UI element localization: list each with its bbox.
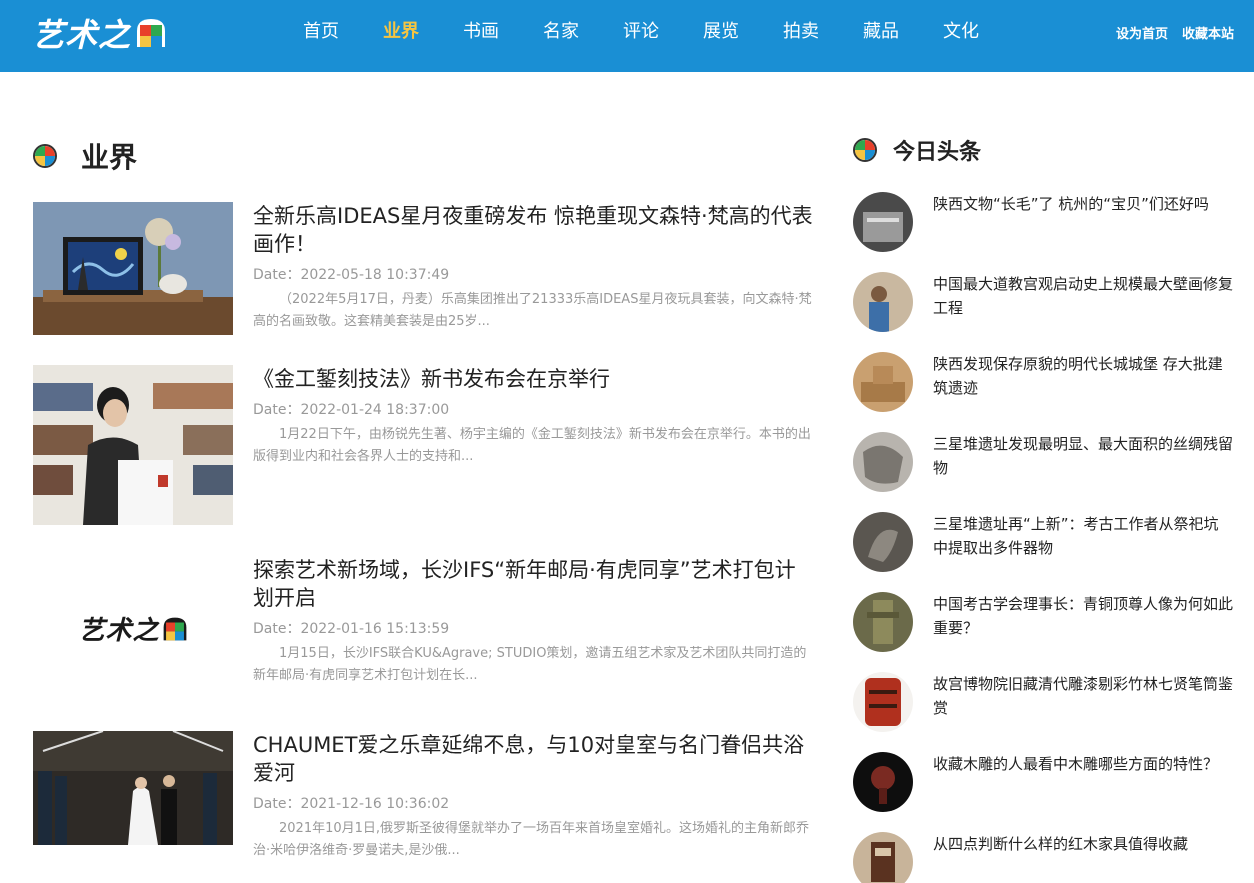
article-item: CHAUMET爱之乐章延绵不息，与10对皇室与名门眷侣共浴爱河 Date：202… xyxy=(33,731,813,858)
headline-thumbnail xyxy=(853,672,913,732)
sidebar-heading: 今日头条 xyxy=(853,134,981,166)
headline-text: 从四点判断什么样的红木家具值得收藏 xyxy=(933,835,1189,853)
article-summary: 1月22日下午，由杨锐先生著、杨宇主编的《金工錾刻技法》新书发布会在京举行。本书… xyxy=(253,427,811,464)
article-title[interactable]: 探索艺术新场域，长沙IFS“新年邮局·有虎同享”艺术打包计划开启 xyxy=(253,556,813,612)
section-title: 业界 xyxy=(81,141,138,174)
nav-item-calligraphy[interactable]: 书画 xyxy=(441,0,521,64)
headline-thumbnail xyxy=(853,192,913,252)
section-heading: 业界 xyxy=(33,136,137,176)
headline-text: 中国最大道教宫观启动史上规模最大壁画修复工程 xyxy=(933,275,1234,317)
headline-text: 三星堆遗址再“上新”：考古工作者从祭祀坑中提取出多件器物 xyxy=(933,515,1219,557)
headline-item[interactable]: 中国考古学会理事长：青铜顶尊人像为何如此重要？ xyxy=(853,592,1233,652)
top-header: 艺术之 首页 业界 书画 名家 评论 展览 拍卖 藏品 文化 设为首页 收藏本站 xyxy=(0,0,1254,72)
headline-item[interactable]: 三星堆遗址发现最明显、最大面积的丝绸残留物 xyxy=(853,432,1233,492)
ball-icon xyxy=(33,144,57,168)
headline-text: 故宫博物院旧藏清代雕漆剔彩竹林七贤笔筒鉴赏 xyxy=(933,675,1234,717)
article-thumbnail[interactable]: 艺术之 xyxy=(33,556,233,701)
headline-text: 收藏木雕的人最看中木雕哪些方面的特性？ xyxy=(933,755,1219,773)
article-title[interactable]: 全新乐高IDEAS星月夜重磅发布 惊艳重现文森特·梵高的代表画作！ xyxy=(253,202,813,258)
sidebar-title: 今日头条 xyxy=(893,140,982,165)
article-date: Date：2022-01-16 15:13:59 xyxy=(253,621,450,637)
article-thumbnail[interactable] xyxy=(33,202,233,335)
article-item: 艺术之 探索艺术新场域，长沙IFS“新年邮局·有虎同享”艺术打包计划开启 Dat… xyxy=(33,556,813,701)
nav-item-home[interactable]: 首页 xyxy=(281,0,361,64)
headline-thumbnail xyxy=(853,592,913,652)
ball-icon xyxy=(853,138,877,162)
set-homepage-link[interactable]: 设为首页 xyxy=(1116,23,1168,42)
headline-item[interactable]: 中国最大道教宫观启动史上规模最大壁画修复工程 xyxy=(853,272,1233,332)
nav-item-culture[interactable]: 文化 xyxy=(921,0,1001,64)
nav-item-collections[interactable]: 藏品 xyxy=(841,0,921,64)
headline-item[interactable]: 收藏木雕的人最看中木雕哪些方面的特性？ xyxy=(853,752,1233,812)
headline-item[interactable]: 陕西文物“长毛”了 杭州的“宝贝”们还好吗 xyxy=(853,192,1233,252)
nav-item-auction[interactable]: 拍卖 xyxy=(761,0,841,64)
headline-text: 陕西文物“长毛”了 杭州的“宝贝”们还好吗 xyxy=(933,195,1209,213)
article-body: 探索艺术新场域，长沙IFS“新年邮局·有虎同享”艺术打包计划开启 Date：20… xyxy=(253,556,813,687)
headline-text: 三星堆遗址发现最明显、最大面积的丝绸残留物 xyxy=(933,435,1234,477)
article-summary: 2021年10月1日,俄罗斯圣彼得堡就举办了一场百年来首场皇室婚礼。这场婚礼的主… xyxy=(253,821,810,858)
article-body: CHAUMET爱之乐章延绵不息，与10对皇室与名门眷侣共浴爱河 Date：202… xyxy=(253,731,813,862)
article-title[interactable]: 《金工錾刻技法》新书发布会在京举行 xyxy=(253,365,813,393)
headline-text: 中国考古学会理事长：青铜顶尊人像为何如此重要？ xyxy=(933,595,1234,637)
article-summary: （2022年5月17日，丹麦）乐高集团推出了21333乐高IDEAS星月夜玩具套… xyxy=(253,292,812,329)
headline-thumbnail xyxy=(853,272,913,332)
top-links: 设为首页 收藏本站 xyxy=(1116,0,1234,64)
article-date: Date：2022-05-18 10:37:49 xyxy=(253,267,450,283)
headline-item[interactable]: 从四点判断什么样的红木家具值得收藏 xyxy=(853,832,1233,883)
nav-item-industry[interactable]: 业界 xyxy=(361,0,441,64)
article-item: 全新乐高IDEAS星月夜重磅发布 惊艳重现文森特·梵高的代表画作！ Date：2… xyxy=(33,202,813,335)
bookmark-link[interactable]: 收藏本站 xyxy=(1182,23,1234,42)
logo-mark-icon xyxy=(135,17,167,49)
nav-item-exhibitions[interactable]: 展览 xyxy=(681,0,761,64)
site-logo[interactable]: 艺术之 xyxy=(32,12,167,54)
headline-thumbnail xyxy=(853,352,913,412)
article-body: 全新乐高IDEAS星月夜重磅发布 惊艳重现文森特·梵高的代表画作！ Date：2… xyxy=(253,202,813,333)
article-title[interactable]: CHAUMET爱之乐章延绵不息，与10对皇室与名门眷侣共浴爱河 xyxy=(253,731,813,787)
headline-item[interactable]: 三星堆遗址再“上新”：考古工作者从祭祀坑中提取出多件器物 xyxy=(853,512,1233,572)
headline-thumbnail xyxy=(853,512,913,572)
article-summary: 1月15日，长沙IFS联合KU&Agrave; STUDIO策划，邀请五组艺术家… xyxy=(253,646,807,683)
article-item: 《金工錾刻技法》新书发布会在京举行 Date：2022-01-24 18:37:… xyxy=(33,365,813,525)
logo-mark-icon xyxy=(162,616,188,642)
headline-thumbnail xyxy=(853,752,913,812)
nav-item-masters[interactable]: 名家 xyxy=(521,0,601,64)
headline-thumbnail xyxy=(853,432,913,492)
article-thumbnail[interactable] xyxy=(33,731,233,845)
headline-thumbnail xyxy=(853,832,913,883)
headline-item[interactable]: 陕西发现保存原貌的明代长城城堡 存大批建筑遗迹 xyxy=(853,352,1233,412)
headline-item[interactable]: 故宫博物院旧藏清代雕漆剔彩竹林七贤笔筒鉴赏 xyxy=(853,672,1233,732)
main-nav: 首页 业界 书画 名家 评论 展览 拍卖 藏品 文化 xyxy=(281,0,1001,72)
logo-text: 艺术之 xyxy=(32,16,132,54)
article-thumbnail[interactable] xyxy=(33,365,233,525)
article-date: Date：2021-12-16 10:36:02 xyxy=(253,796,450,812)
article-date: Date：2022-01-24 18:37:00 xyxy=(253,402,450,418)
headline-text: 陕西发现保存原貌的明代长城城堡 存大批建筑遗迹 xyxy=(933,355,1223,397)
article-body: 《金工錾刻技法》新书发布会在京举行 Date：2022-01-24 18:37:… xyxy=(253,365,813,468)
thumb-logo-text: 艺术之 xyxy=(78,616,160,646)
nav-item-reviews[interactable]: 评论 xyxy=(601,0,681,64)
